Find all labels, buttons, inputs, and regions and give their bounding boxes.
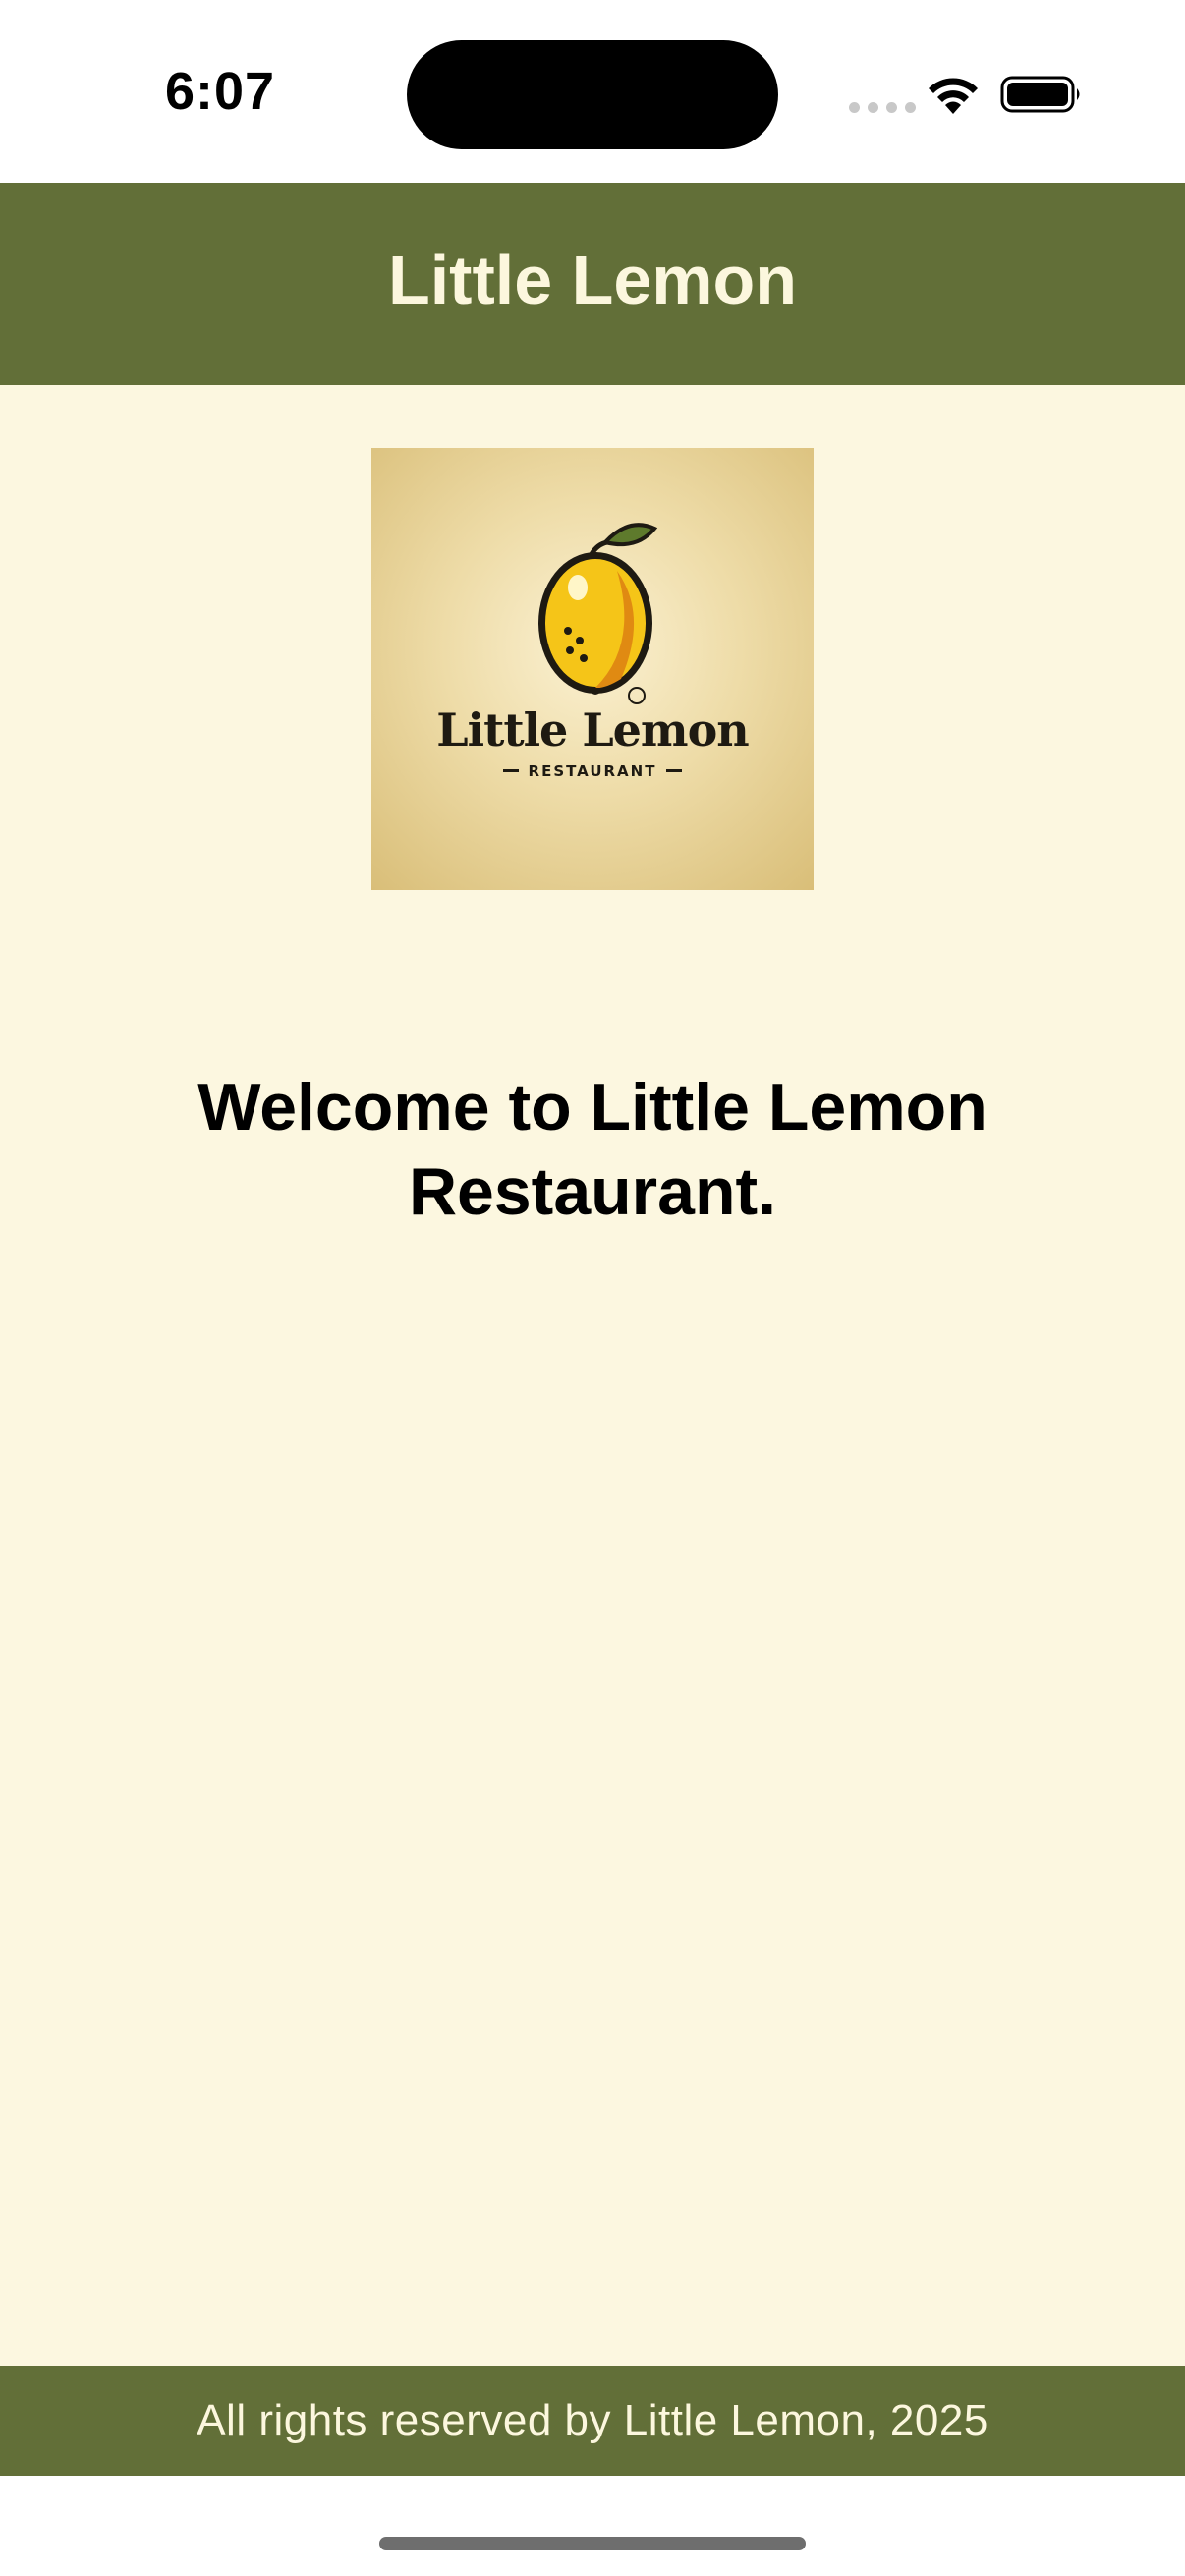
status-time: 6:07 [165,62,276,121]
footer: All rights reserved by Little Lemon, 202… [0,2366,1185,2476]
restaurant-logo: Little Lemon RESTAURANT [371,448,814,890]
status-bar: 6:07 [0,0,1185,183]
main-content: Little Lemon RESTAURANT Welcome to Littl… [0,385,1185,2366]
home-indicator[interactable] [379,2537,806,2550]
footer-copyright: All rights reserved by Little Lemon, 202… [197,2396,988,2444]
lemon-icon [538,523,658,704]
dynamic-island [407,40,778,149]
logo-brand-name: Little Lemon [436,703,749,756]
battery-icon [1000,76,1080,113]
nav-bar: Little Lemon [0,183,1185,385]
signal-dots-icon [849,102,916,113]
wifi-icon [929,78,978,114]
welcome-message: Welcome to Little Lemon Restaurant. [198,1070,988,1229]
nav-title: Little Lemon [387,242,798,318]
logo-subtitle: RESTAURANT [371,762,814,780]
